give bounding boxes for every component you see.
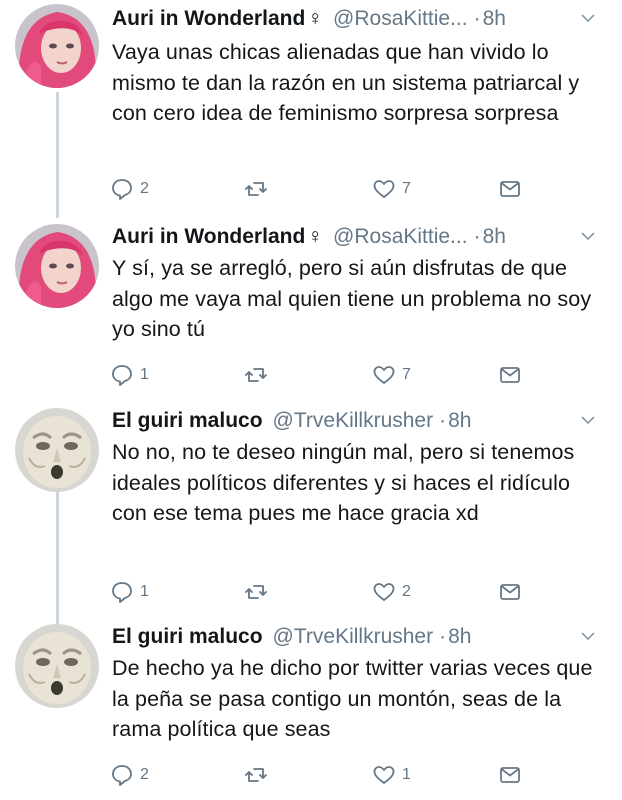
chevron-down-icon[interactable]: [580, 628, 596, 644]
separator: ·: [439, 625, 447, 648]
display-name[interactable]: El guiri maluco: [112, 625, 263, 648]
dm-button[interactable]: [498, 362, 522, 388]
retweet-button[interactable]: [244, 362, 268, 388]
tweet-text: No no, no te deseo ningún mal, pero si t…: [112, 440, 575, 525]
timestamp[interactable]: 8h: [448, 409, 471, 432]
tweet-header: El guiri maluco @TrveKillkrusher ·8h: [112, 622, 610, 652]
tweet-actions: 2 1: [110, 762, 530, 788]
retweet-icon: [245, 368, 267, 382]
tweet-text: Vaya unas chicas alienadas que han vivid…: [112, 40, 580, 125]
dm-icon: [500, 181, 520, 197]
retweet-button[interactable]: [244, 176, 268, 202]
tweet-text: De hecho ya he dicho por twitter varias …: [112, 656, 593, 741]
pink-hair-avatar-image: [15, 224, 99, 308]
retweet-icon: [245, 182, 267, 196]
dm-icon: [500, 767, 520, 783]
like-icon: [373, 583, 395, 601]
chevron-down-icon[interactable]: [580, 10, 596, 26]
like-button[interactable]: 2: [372, 579, 411, 605]
female-sign-icon: ♀: [307, 7, 324, 30]
dm-button[interactable]: [498, 762, 522, 788]
retweet-icon: [245, 585, 267, 599]
like-icon: [373, 180, 395, 198]
handle[interactable]: @TrveKillkrusher: [273, 625, 434, 648]
tweet[interactable]: El guiri maluco @TrveKillkrusher ·8h De he…: [0, 620, 622, 800]
retweet-button[interactable]: [244, 579, 268, 605]
reply-button[interactable]: 1: [110, 579, 149, 605]
like-count: 1: [402, 766, 411, 783]
tweet-actions: 1 7: [110, 362, 530, 388]
face-mask-avatar-image: [15, 408, 99, 492]
reply-count: 1: [140, 583, 149, 600]
avatar[interactable]: [15, 624, 99, 708]
like-count: 7: [402, 180, 411, 197]
dm-icon: [500, 584, 520, 600]
tweet-actions: 1 2: [110, 579, 530, 605]
avatar[interactable]: [15, 408, 99, 492]
avatar[interactable]: [15, 224, 99, 308]
separator: ·: [473, 225, 481, 248]
handle[interactable]: @RosaKittie...: [333, 7, 468, 30]
reply-icon: [112, 582, 132, 603]
timestamp[interactable]: 8h: [483, 7, 506, 30]
reply-button[interactable]: 2: [110, 176, 149, 202]
dm-button[interactable]: [498, 579, 522, 605]
chevron-down-icon[interactable]: [580, 412, 596, 428]
reply-count: 2: [140, 766, 149, 783]
retweet-icon: [245, 768, 267, 782]
separator: ·: [473, 7, 481, 30]
handle[interactable]: @RosaKittie...: [333, 225, 468, 248]
chevron-down-icon[interactable]: [580, 228, 596, 244]
reply-count: 1: [140, 366, 149, 383]
reply-icon: [112, 765, 132, 786]
reply-button[interactable]: 2: [110, 762, 149, 788]
tweet-actions: 2 7: [110, 176, 530, 202]
tweet-header: Auri in Wonderland♀ @RosaKittie... ·8h: [112, 4, 610, 34]
like-icon: [373, 766, 395, 784]
dm-icon: [500, 367, 520, 383]
avatar[interactable]: [15, 4, 99, 88]
tweet[interactable]: Auri in Wonderland♀ @RosaKittie... ·8h Vay…: [0, 0, 622, 220]
timestamp[interactable]: 8h: [483, 225, 506, 248]
like-button[interactable]: 1: [372, 762, 411, 788]
display-name[interactable]: El guiri maluco: [112, 409, 263, 432]
dm-button[interactable]: [498, 176, 522, 202]
reply-icon: [112, 365, 132, 386]
like-button[interactable]: 7: [372, 176, 411, 202]
like-button[interactable]: 7: [372, 362, 411, 388]
tweet[interactable]: El guiri maluco @TrveKillkrusher ·8h No no…: [0, 402, 622, 620]
face-mask-avatar-image: [15, 624, 99, 708]
tweet-header: El guiri maluco @TrveKillkrusher ·8h: [112, 406, 610, 436]
retweet-button[interactable]: [244, 762, 268, 788]
reply-count: 2: [140, 180, 149, 197]
like-count: 7: [402, 366, 411, 383]
like-icon: [373, 366, 395, 384]
like-count: 2: [402, 583, 411, 600]
reply-icon: [112, 179, 132, 200]
tweet-header: Auri in Wonderland♀ @RosaKittie... ·8h: [112, 222, 610, 252]
handle[interactable]: @TrveKillkrusher: [273, 409, 434, 432]
display-name[interactable]: Auri in Wonderland: [112, 7, 305, 30]
separator: ·: [439, 409, 447, 432]
tweet[interactable]: Auri in Wonderland♀ @RosaKittie... ·8h Y s…: [0, 220, 622, 402]
timestamp[interactable]: 8h: [448, 625, 471, 648]
display-name[interactable]: Auri in Wonderland: [112, 225, 305, 248]
reply-button[interactable]: 1: [110, 362, 149, 388]
tweet-text: Y sí, ya se arregló, pero si aún disfrut…: [112, 256, 592, 341]
pink-hair-avatar-image: [15, 4, 99, 88]
female-sign-icon: ♀: [307, 225, 324, 248]
